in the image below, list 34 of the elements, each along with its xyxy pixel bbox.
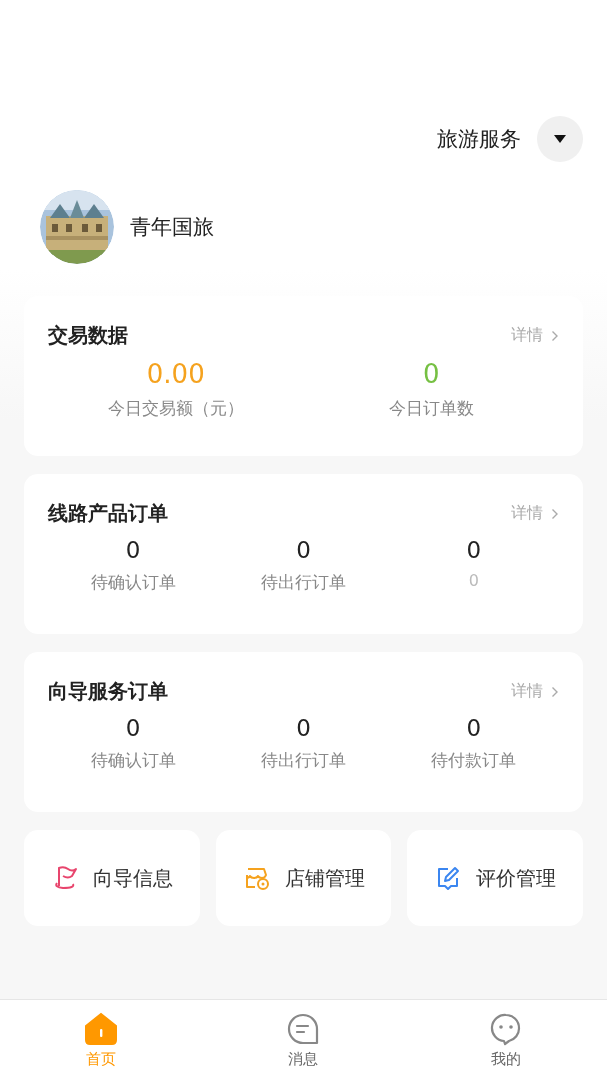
chevron-right-icon: [551, 507, 559, 520]
stat-label: 待出行订单: [261, 749, 346, 772]
caret-icon: [553, 134, 567, 144]
stat-value: 0: [296, 537, 311, 563]
stat-label: 待确认订单: [90, 749, 176, 772]
stat-value: 0: [125, 537, 141, 563]
stat-label: 0: [468, 571, 479, 590]
stat-value: 0.00: [146, 359, 205, 389]
stat-value: 0: [422, 359, 440, 389]
dropdown-button[interactable]: [537, 116, 583, 162]
shortcut-button[interactable]: 向导信息: [24, 830, 200, 926]
chevron-right-icon: [551, 685, 559, 698]
stat-label: 待出行订单: [261, 571, 346, 594]
stat-label: 今日订单数: [388, 397, 474, 420]
stat-value: 0: [296, 715, 311, 741]
stat-label: 待确认订单: [90, 571, 176, 594]
tab-bar-item[interactable]: 消息: [202, 1000, 405, 1080]
stat-value: 0: [125, 715, 141, 741]
stat-label: 今日交易额（元）: [107, 397, 244, 420]
home-icon: [84, 1011, 119, 1046]
chevron-right-icon: [551, 329, 559, 342]
account-name: 青年国旅: [130, 214, 214, 241]
shortcut-button[interactable]: 评价管理: [407, 830, 583, 926]
stat-label: 待付款订单: [431, 749, 517, 772]
profile-icon: [488, 1011, 523, 1046]
card-title: 向导服务订单: [48, 678, 168, 705]
card-title: 交易数据: [48, 322, 128, 349]
tab-bar-item[interactable]: 我的: [404, 1000, 607, 1080]
stat-value: 0: [466, 537, 482, 563]
service-selector-label[interactable]: 旅游服务: [437, 125, 521, 153]
card-title: 线路产品订单: [48, 500, 168, 527]
shortcut-button[interactable]: 店铺管理: [215, 830, 392, 926]
message-icon: [286, 1011, 321, 1046]
stat-value: 0: [466, 715, 482, 741]
